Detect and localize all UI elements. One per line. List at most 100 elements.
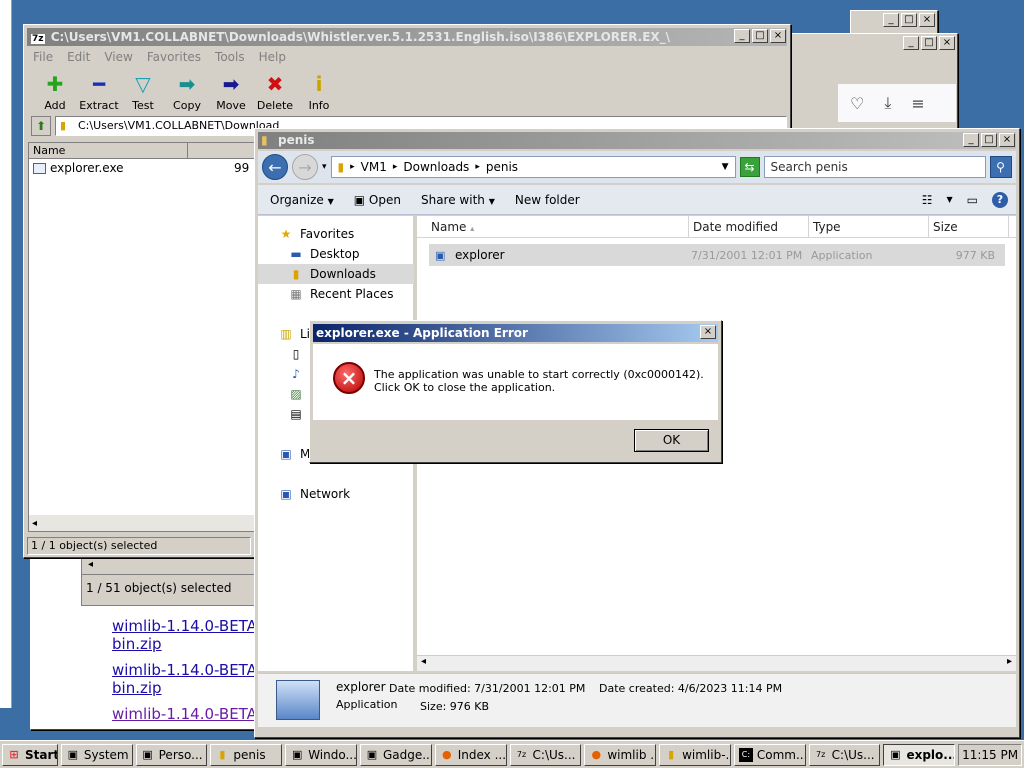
breadcrumb-separator-icon[interactable]: ▸ [475,162,480,172]
taskbar-item[interactable]: ▮wimlib-... [659,743,731,766]
close-button[interactable]: × [919,13,935,27]
download-link[interactable]: wimlib-1.14.0-BETA bin.zip [112,661,257,697]
close-button[interactable]: × [700,325,716,339]
menu-favorites[interactable]: Favorites [147,50,201,64]
maximize-button[interactable]: □ [921,36,937,50]
breadcrumb-item[interactable]: Downloads [403,160,469,174]
nav-downloads[interactable]: ▮ Downloads [258,264,414,284]
menu-file[interactable]: File [33,50,53,64]
breadcrumb-separator-icon[interactable]: ▸ [350,162,355,172]
breadcrumb[interactable]: ▮ ▸ VM1 ▸ Downloads ▸ penis ▼ [330,156,736,178]
personalize-icon: ▣ [142,747,153,761]
taskbar-item-active[interactable]: ▣ explo... [883,743,956,766]
nav-library-videos[interactable]: ▤ [288,404,304,424]
column-size[interactable]: Size [929,216,1009,237]
new-folder-button[interactable]: New folder [515,193,580,207]
file-name: explorer [455,248,505,262]
column-size[interactable] [188,143,257,158]
ok-button[interactable]: OK [634,429,709,452]
column-name[interactable]: Name [29,143,188,158]
horizontal-scrollbar[interactable]: ◂ ▸ [417,655,1016,671]
copy-arrow-icon: ➡ [178,72,196,96]
scroll-right-icon[interactable]: ▸ [1007,656,1012,667]
maximize-button[interactable]: □ [901,13,917,27]
nav-network[interactable]: ▣ Network [278,484,350,504]
nav-library-music[interactable]: ♪ [288,364,304,384]
firefox-icon: ● [441,747,452,761]
nav-recent-places[interactable]: ▦ Recent Places [288,284,393,304]
search-input[interactable]: Search penis [763,156,986,178]
desktop-icon: ▬ [290,247,302,261]
nav-library-pictures[interactable]: ▨ [288,384,304,404]
details-date-modified: Date modified: 7/31/2001 12:01 PM [389,682,586,695]
maximize-button[interactable]: □ [981,133,997,147]
maximize-button[interactable]: □ [752,29,768,43]
download-link[interactable]: wimlib-1.14.0-BETA [112,705,257,723]
menu-edit[interactable]: Edit [67,50,90,64]
open-button[interactable]: ▣ Open [354,193,401,207]
horizontal-scrollbar[interactable]: ◂ [29,515,257,531]
breadcrumb-separator-icon[interactable]: ▸ [393,162,398,172]
close-button[interactable]: × [939,36,955,50]
taskbar-item[interactable]: ●wimlib ... [584,743,657,766]
window-icon: ▣ [291,747,303,761]
preview-pane-icon[interactable]: ▭ [967,193,978,207]
back-button[interactable]: ← [262,154,288,180]
check-icon: ▽ [135,72,151,96]
column-name[interactable]: Name ▴ [417,216,689,237]
minimize-button[interactable]: _ [903,36,919,50]
scroll-left-icon[interactable]: ◂ [421,656,426,667]
column-type[interactable]: Type [809,216,929,237]
table-row[interactable]: ▣ explorer 7/31/2001 12:01 PM Applicatio… [429,244,1005,266]
search-button[interactable]: ⚲ [989,156,1012,178]
dialog-title: explorer.exe - Application Error [313,324,718,342]
organize-button[interactable]: Organize ▼ [270,193,334,207]
taskbar-item[interactable]: C: Comm... [733,743,806,766]
help-icon[interactable]: ? [992,191,1008,208]
application-large-icon [276,680,320,720]
minimize-button[interactable]: _ [883,13,899,27]
menu-help[interactable]: Help [259,50,286,64]
taskbar-item[interactable]: ▣ Windo... [285,743,357,766]
breadcrumb-item[interactable]: VM1 [361,160,387,174]
download-icon[interactable]: ⤓ [884,93,891,113]
taskbar-item[interactable]: 7z C:\Us... [808,743,881,766]
share-with-button[interactable]: Share with ▼ [421,193,495,207]
scroll-left-icon[interactable]: ◂ [82,559,260,575]
list-item[interactable]: explorer.exe 99 [29,159,257,177]
forward-button[interactable]: → [292,154,318,180]
minimize-button[interactable]: _ [963,133,979,147]
view-options-icon[interactable]: ☷ [922,193,933,207]
menu-tools[interactable]: Tools [215,50,245,64]
close-button[interactable]: × [770,29,786,43]
taskbar-item[interactable]: ▣ System [60,743,133,766]
taskbar-item[interactable]: ● Index ... [434,743,507,766]
nav-favorites[interactable]: ★ Favorites [278,224,355,244]
chevron-down-icon[interactable]: ▼ [947,195,953,204]
file-list[interactable]: Name explorer.exe 99 [28,142,258,532]
file-type: Application [811,248,873,262]
recent-pages-icon[interactable]: ▾ [322,162,327,172]
error-dialog[interactable]: explorer.exe - Application Error × × The… [309,320,722,463]
column-date-modified[interactable]: Date modified [689,216,809,237]
pictures-icon: ▨ [290,387,302,401]
menu-icon[interactable]: ≡ [911,94,924,113]
pocket-icon[interactable]: ♡ [850,94,864,113]
taskbar-item[interactable]: ▣ Perso... [135,743,208,766]
cmd-icon: C: [738,747,753,762]
download-link[interactable]: wimlib-1.14.0-BETA bin.zip [112,617,257,653]
menu-view[interactable]: View [104,50,132,64]
nav-desktop[interactable]: ▬ Desktop [288,244,359,264]
nav-library-documents[interactable]: ▯ [288,344,304,364]
refresh-button[interactable]: ⇆ [739,157,760,177]
scroll-left-icon[interactable]: ◂ [29,518,37,529]
dropdown-icon[interactable]: ▼ [722,162,729,172]
start-button[interactable]: ⊞ Start [2,743,58,766]
up-folder-button[interactable]: ⬆ [31,116,51,136]
taskbar-item[interactable]: 7z C:\Us... [509,743,582,766]
taskbar-item[interactable]: ▣ Gadge... [359,743,432,766]
breadcrumb-item[interactable]: penis [486,160,518,174]
taskbar-item[interactable]: ▮ penis [210,743,283,766]
minimize-button[interactable]: _ [734,29,750,43]
close-button[interactable]: × [999,133,1015,147]
